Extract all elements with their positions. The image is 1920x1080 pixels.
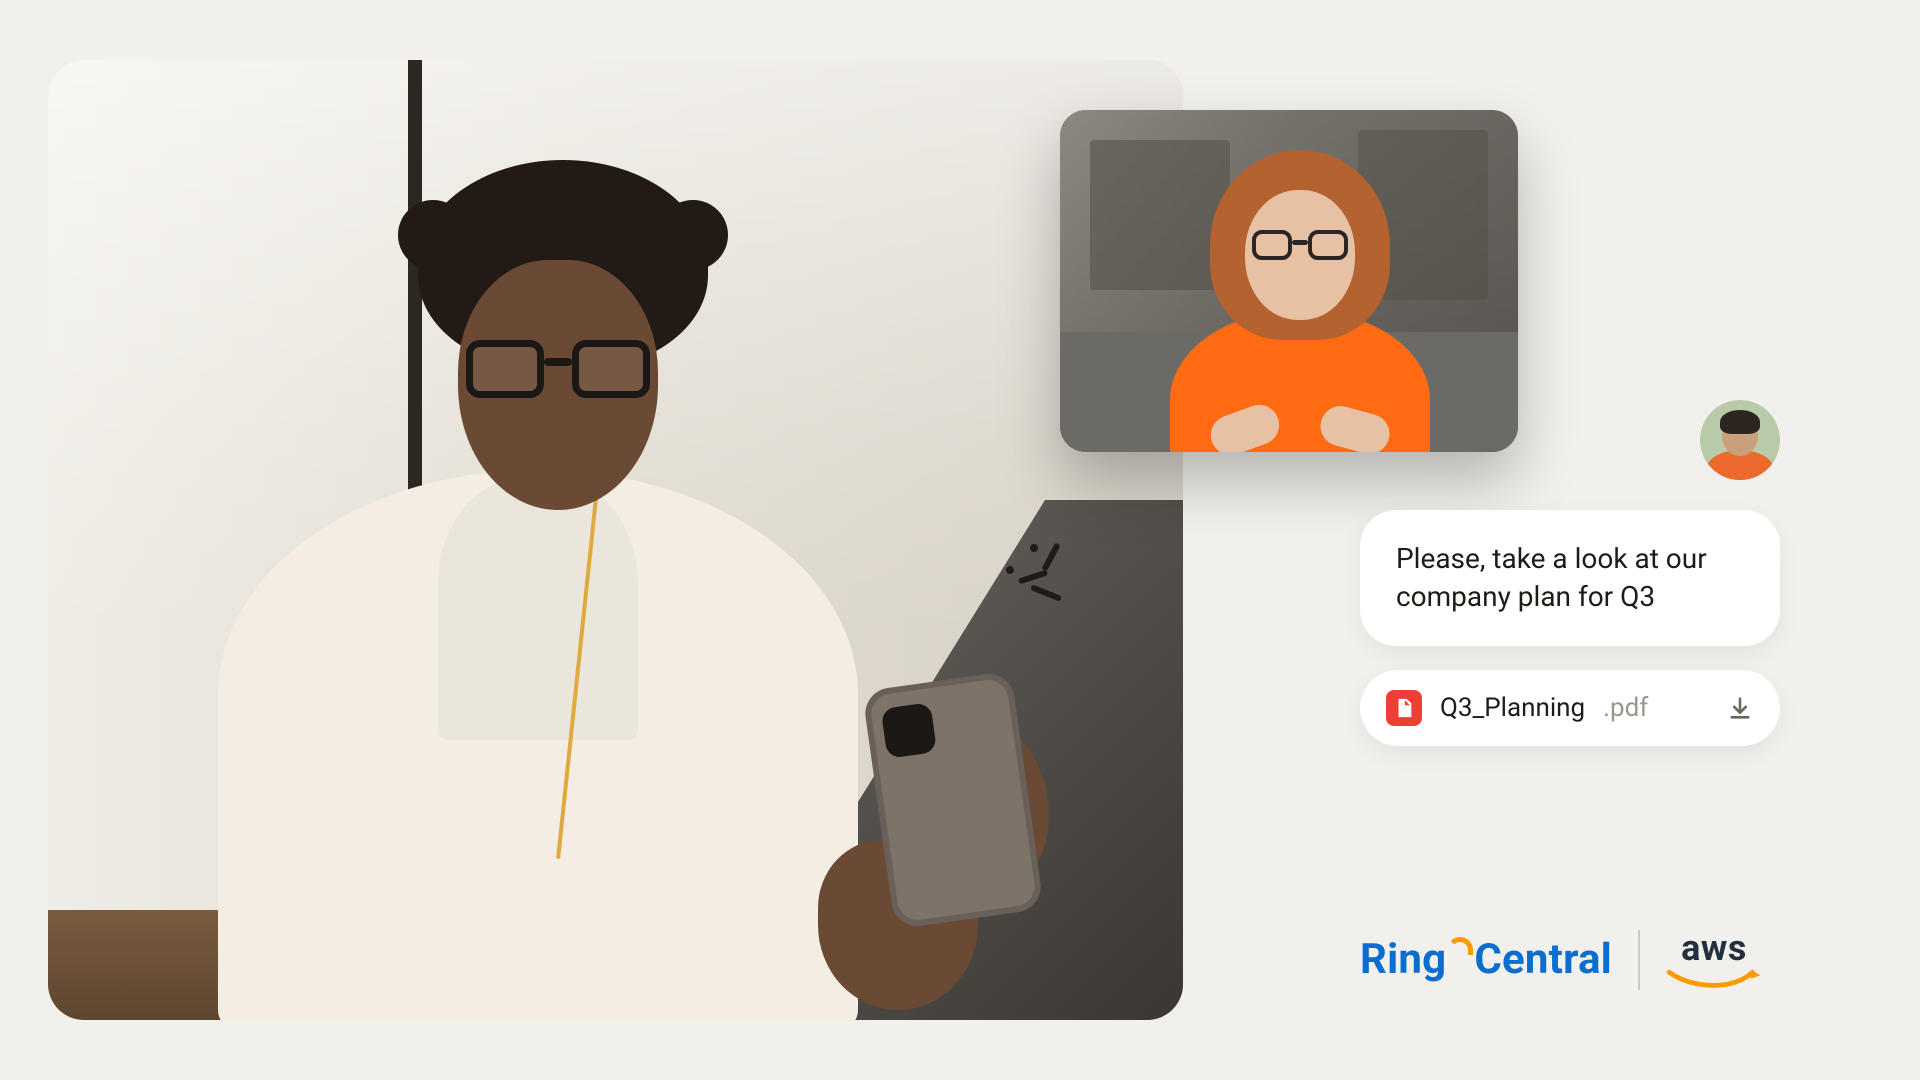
- download-icon[interactable]: [1726, 694, 1754, 722]
- ringcentral-logo-part1: Ring: [1360, 939, 1446, 981]
- attachment-extension: .pdf: [1603, 693, 1648, 723]
- ringcentral-arc-icon: [1447, 937, 1473, 955]
- aws-logo-text: aws: [1681, 927, 1747, 969]
- chat-attachment-chip[interactable]: Q3_Planning .pdf: [1360, 670, 1780, 746]
- chat-avatar[interactable]: [1700, 400, 1780, 480]
- pdf-icon: [1386, 690, 1422, 726]
- notification-burst-icon: [1000, 540, 1090, 630]
- photo-person: [98, 140, 918, 1020]
- ringcentral-logo: Ring Central: [1360, 939, 1612, 981]
- aws-logo: aws: [1666, 927, 1762, 993]
- chat-message-text: Please, take a look at our company plan …: [1396, 542, 1707, 613]
- logo-separator: [1638, 930, 1640, 990]
- logo-lockup: Ring Central aws: [1360, 920, 1880, 1000]
- aws-smile-icon: [1666, 969, 1762, 993]
- attachment-filename: Q3_Planning: [1440, 693, 1585, 723]
- ringcentral-logo-part2: Central: [1474, 939, 1612, 981]
- chat-message-bubble[interactable]: Please, take a look at our company plan …: [1360, 510, 1780, 646]
- video-call-thumbnail[interactable]: [1060, 110, 1518, 452]
